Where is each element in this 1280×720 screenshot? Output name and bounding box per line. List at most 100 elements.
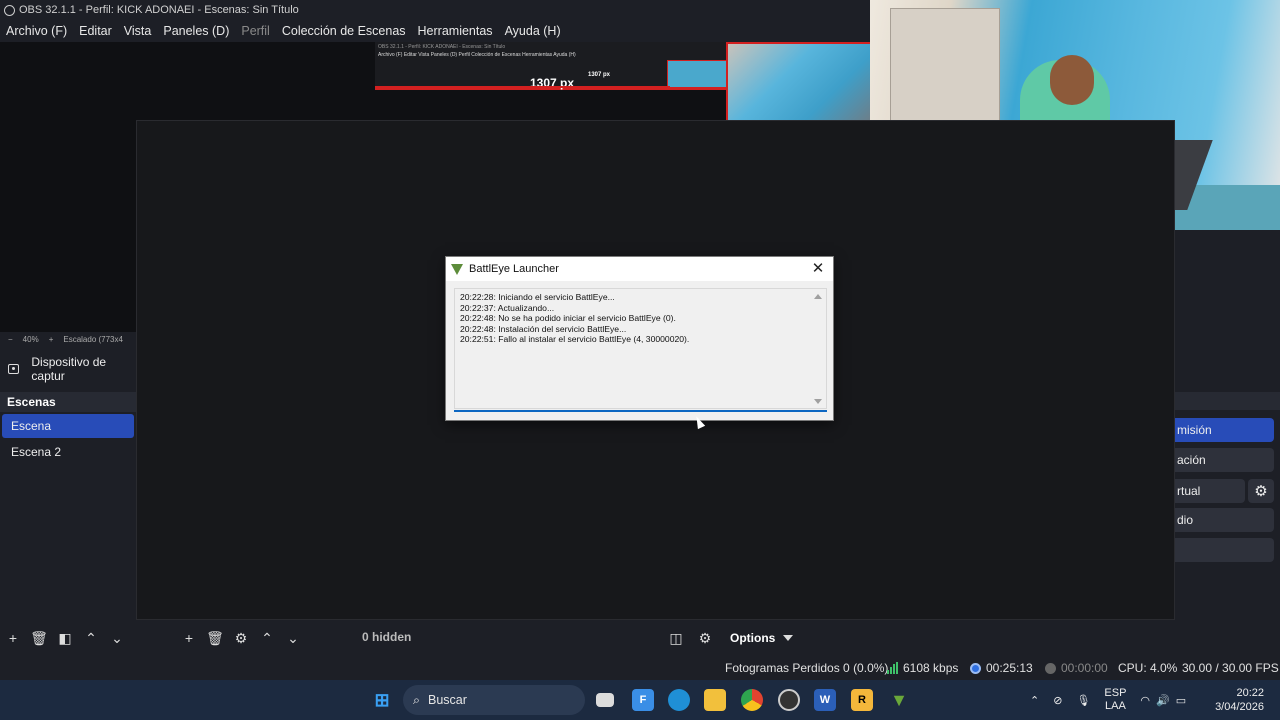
options-label: Options	[730, 631, 776, 645]
source-down-icon[interactable]: ⌄	[282, 627, 304, 649]
status-bar: Fotogramas Perdidos 0 (0.0%) 6108 kbps 0…	[0, 656, 1280, 680]
file-explorer-icon[interactable]	[704, 689, 726, 711]
nested-webcam-large	[726, 42, 870, 122]
windows-taskbar: ⊞ ⌕ Buscar F W R ▼ ⌃ ⊘ 🎙 ESP LAA ◠ 🔊 ▭ 2…	[0, 680, 1280, 720]
log-line: 20:22:48: Instalación del servicio Battl…	[460, 323, 627, 334]
system-tray: ⌃ ⊘ 🎙 ESP LAA ◠ 🔊 ▭	[1030, 680, 1186, 720]
battleye-dialog: BattlEye Launcher ✕ 20:22:28: Iniciando …	[445, 256, 834, 421]
dialog-titlebar: BattlEye Launcher ✕	[446, 257, 833, 281]
network-off-icon[interactable]: ⊘	[1053, 694, 1062, 707]
record-time: 00:00:00	[1061, 661, 1108, 675]
battery-icon[interactable]: ▭	[1176, 694, 1186, 707]
fps-value: 30.00 / 30.00 FPS	[1182, 661, 1279, 675]
taskbar-clock[interactable]: 20:22 3/04/2026	[1212, 686, 1264, 714]
rockstar-icon[interactable]: R	[851, 689, 873, 711]
menu-herramientas[interactable]: Herramientas	[412, 24, 499, 38]
remove-scene-icon[interactable]: 🗑	[28, 627, 50, 649]
scenes-list: Escena Escena 2	[0, 412, 136, 622]
options-button[interactable]: Options	[720, 628, 800, 648]
menu-perfil[interactable]: Perfil	[235, 24, 275, 38]
stream-live-icon	[970, 662, 981, 674]
task-view-icon[interactable]	[596, 693, 614, 707]
menu-vista[interactable]: Vista	[118, 24, 158, 38]
record-icon	[1045, 662, 1056, 674]
record-status: 00:00:00	[1045, 661, 1108, 675]
edge-icon[interactable]	[668, 689, 690, 711]
scene-item-escena[interactable]: Escena	[2, 414, 134, 438]
menu-paneles[interactable]: Paneles (D)	[157, 24, 235, 38]
microphone-icon[interactable]: 🎙	[1076, 694, 1090, 707]
person-head-shape	[1050, 55, 1094, 105]
volume-icon[interactable]: 🔊	[1156, 694, 1170, 707]
source-up-icon[interactable]: ⌃	[256, 627, 278, 649]
source-selector[interactable]: Dispositivo de captur	[0, 355, 136, 383]
menu-coleccion-escenas[interactable]: Colección de Escenas	[276, 24, 412, 38]
virtual-camera-button[interactable]: rtual	[1175, 479, 1245, 503]
battleye-taskbar-icon[interactable]: ▼	[888, 689, 910, 711]
zoom-out-icon[interactable]: −	[8, 335, 13, 344]
camera-icon	[8, 364, 20, 374]
log-line: 20:22:28: Iniciando el servicio BattlEye…	[460, 292, 615, 302]
progress-bar	[454, 410, 827, 412]
lang-code: ESP	[1104, 687, 1127, 699]
clock-time: 20:22	[1236, 687, 1264, 699]
zoom-in-icon[interactable]: +	[49, 335, 54, 344]
obs-logo-icon	[4, 4, 15, 16]
nested-title: OBS 32.1.1 - Perfil: KICK ADONAEI - Esce…	[378, 44, 506, 50]
windows-start-icon[interactable]: ⊞	[371, 689, 393, 711]
app-f-icon[interactable]: F	[632, 689, 654, 711]
move-up-icon[interactable]: ⌃	[80, 627, 102, 649]
start-streaming-button[interactable]: misión	[1175, 418, 1274, 442]
split-view-icon[interactable]: ◫	[665, 627, 687, 649]
word-icon[interactable]: W	[814, 689, 836, 711]
scene-filter-icon[interactable]: ◧	[54, 627, 76, 649]
scenes-header: Escenas	[0, 392, 136, 412]
menu-archivo[interactable]: Archivo (F)	[0, 24, 73, 38]
studio-mode-button[interactable]: dio	[1175, 508, 1274, 532]
move-down-icon[interactable]: ⌄	[106, 627, 128, 649]
log-line: 20:22:37: Actualizando...	[460, 302, 555, 313]
scenes-toolbar: + 🗑 ◧ ⌃ ⌄	[2, 626, 128, 650]
menu-ayuda[interactable]: Ayuda (H)	[499, 24, 567, 38]
search-icon: ⌕	[413, 692, 421, 707]
log-scrollbar[interactable]	[813, 292, 823, 406]
chevron-down-icon	[783, 635, 794, 641]
language-indicator[interactable]: ESP LAA	[1104, 687, 1126, 713]
dialog-title: BattlEye Launcher	[469, 263, 559, 275]
bitrate-value: 6108 kbps	[903, 661, 959, 675]
settings-button[interactable]	[1175, 538, 1274, 562]
log-output[interactable]: 20:22:28: Iniciando el servicio BattlEye…	[454, 288, 827, 409]
taskbar-search[interactable]: ⌕ Buscar	[403, 685, 585, 715]
add-scene-icon[interactable]: +	[2, 627, 24, 649]
cpu-usage: CPU: 4.0%	[1118, 661, 1178, 675]
stream-status: 00:25:13	[970, 661, 1033, 675]
zoom-bar: − 40% + Escalado (773x4	[0, 332, 136, 346]
start-recording-button[interactable]: ación	[1175, 448, 1274, 472]
menu-bar: Archivo (F) Editar Vista Paneles (D) Per…	[0, 20, 870, 42]
obs-titlebar: OBS 32.1.1 - Perfil: KICK ADONAEI - Esce…	[0, 0, 870, 20]
signal-bars-icon	[887, 662, 898, 674]
scroll-down-icon[interactable]	[814, 399, 822, 404]
clock-date: 3/04/2026	[1215, 701, 1264, 713]
battleye-logo-icon	[451, 263, 463, 275]
wifi-icon[interactable]: ◠	[1140, 694, 1150, 707]
chrome-icon[interactable]	[741, 689, 763, 711]
scene-item-escena-2[interactable]: Escena 2	[2, 440, 134, 464]
nested-webcam-thumb	[667, 60, 727, 88]
scroll-up-icon[interactable]	[814, 294, 822, 299]
remove-source-icon[interactable]: 🗑	[204, 627, 226, 649]
nested-menu: Archivo (F) Editar Vista Paneles (D) Per…	[378, 52, 576, 58]
mixer-settings-icon[interactable]: ⚙	[694, 627, 716, 649]
zoom-level: 40%	[22, 334, 39, 344]
hidden-count: 0 hidden	[362, 630, 412, 644]
window-title: OBS 32.1.1 - Perfil: KICK ADONAEI - Esce…	[19, 4, 299, 16]
add-source-icon[interactable]: +	[178, 627, 200, 649]
bitrate-status: 6108 kbps	[887, 661, 958, 675]
close-icon[interactable]: ✕	[809, 260, 827, 278]
obs-taskbar-icon[interactable]	[778, 689, 800, 711]
source-settings-icon[interactable]: ⚙	[230, 627, 252, 649]
px-measure-label-small: 1307 px	[588, 72, 611, 78]
chevron-up-icon[interactable]: ⌃	[1030, 694, 1039, 707]
menu-editar[interactable]: Editar	[73, 24, 118, 38]
gear-icon[interactable]: ⚙	[1248, 479, 1274, 503]
